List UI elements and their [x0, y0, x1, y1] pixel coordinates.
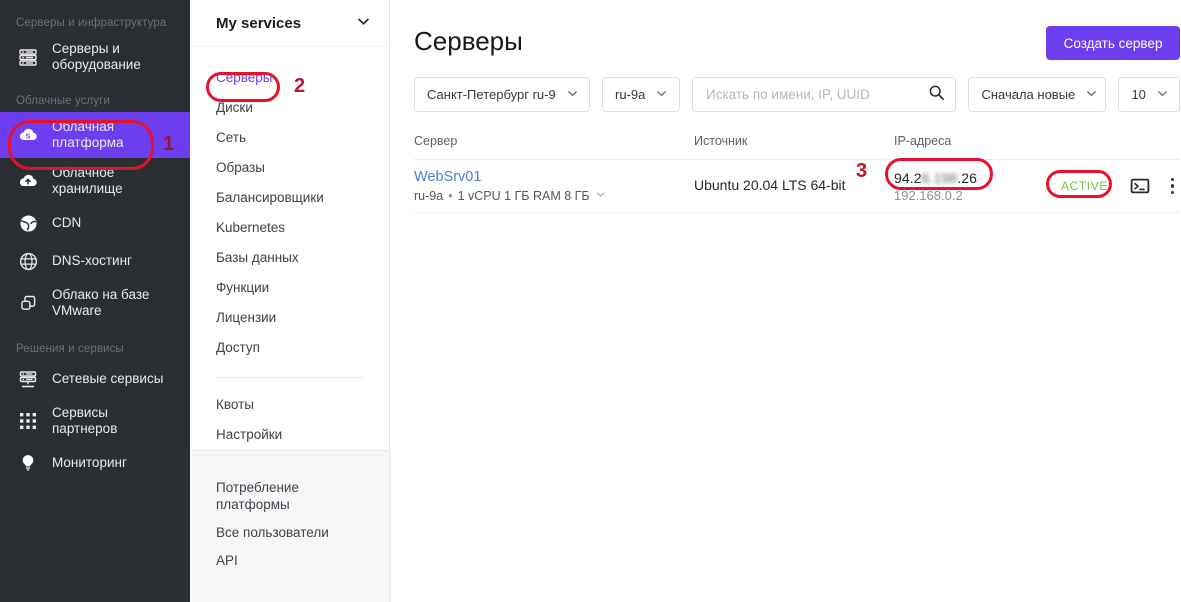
sidebar-group-title-cloud: Облачные услуги: [16, 95, 111, 107]
chevron-down-icon: [655, 87, 668, 103]
row-ip-cell: 94.26.198.26 192.168.0.2: [894, 170, 1054, 203]
zone-select-value: ru-9a: [615, 87, 646, 102]
sidebar-item-label: Мониторинг: [52, 455, 127, 470]
globe-cdn-icon: [16, 211, 40, 235]
subnav-item-databases[interactable]: Базы данных: [190, 243, 389, 273]
sidebar-item-network-services[interactable]: Сетевые сервисы: [0, 360, 190, 398]
ip-prefix: 94.2: [894, 169, 922, 186]
subnav-list: Серверы Диски Сеть Образы Балансировщики…: [190, 47, 389, 450]
ip-redacted-part: 6.198: [921, 169, 958, 186]
page-root: Серверы и инфраструктура Серверы и обору…: [0, 0, 1181, 602]
kebab-menu-icon[interactable]: [1165, 176, 1181, 197]
sidebar-item-label: Сетевые сервисы: [52, 371, 164, 386]
status-badge: ACTIVE: [1061, 179, 1108, 193]
subnav-item-quotas[interactable]: Квоты: [190, 390, 389, 420]
subnav-divider: [216, 377, 363, 378]
subnav-item-licenses[interactable]: Лицензии: [190, 303, 389, 333]
main-content: Серверы Создать сервер Санкт-Петербург r…: [390, 0, 1181, 602]
server-rack-icon: [16, 45, 40, 69]
subnav-header[interactable]: My services: [190, 0, 389, 47]
terminal-icon[interactable]: [1129, 175, 1151, 197]
row-server-cell: WebSrv01 ru-9a • 1 vCPU 1 ГБ RAM 8 ГБ: [414, 168, 694, 205]
sidebar-group-title-solutions: Решения и сервисы: [16, 343, 124, 355]
search-input[interactable]: [706, 87, 929, 102]
ip-suffix: .26: [957, 169, 977, 186]
page-size-value: 10: [1131, 87, 1146, 102]
globe-grid-icon: [16, 249, 40, 273]
server-name-link[interactable]: WebSrv01: [414, 168, 694, 187]
meta-separator-dot: •: [448, 188, 453, 203]
sort-select[interactable]: Сначала новые: [968, 77, 1107, 112]
subnav-footer: Потребление платформы Все пользователи A…: [190, 450, 389, 602]
filters-toolbar: Санкт-Петербург ru-9 ru-9a Искать по име…: [390, 57, 1181, 112]
subnav-item-platform-consumption[interactable]: Потребление платформы: [190, 473, 389, 519]
cloud-upload-icon: [16, 169, 40, 193]
network-server-icon: [16, 367, 40, 391]
primary-sidebar: Серверы и инфраструктура Серверы и обору…: [0, 0, 190, 602]
subnav-item-disks[interactable]: Диски: [190, 93, 389, 123]
chevron-down-icon[interactable]: [595, 188, 606, 205]
column-header-ip: IP-адреса: [894, 134, 952, 148]
private-ip-address: 192.168.0.2: [894, 187, 963, 203]
region-select[interactable]: Санкт-Петербург ru-9: [414, 77, 590, 112]
sidebar-item-cdn[interactable]: CDN: [0, 204, 190, 242]
column-header-server: Сервер: [414, 134, 458, 148]
chevron-down-icon: [1156, 87, 1169, 103]
server-meta: ru-9a • 1 vCPU 1 ГБ RAM 8 ГБ: [414, 188, 694, 205]
sidebar-item-cloud-platform[interactable]: S Облачная платформа: [0, 112, 190, 158]
sidebar-group-title-infrastructure: Серверы и инфраструктура: [16, 17, 167, 29]
search-box[interactable]: [692, 77, 957, 112]
subnav-item-images[interactable]: Образы: [190, 153, 389, 183]
svg-text:S: S: [26, 132, 31, 141]
sidebar-item-label: Облачное хранилище: [52, 165, 123, 196]
column-header-status: [1054, 134, 1180, 148]
create-server-button[interactable]: Создать сервер: [1045, 26, 1181, 60]
subnav-item-balancers[interactable]: Балансировщики: [190, 183, 389, 213]
row-source-cell: Ubuntu 20.04 LTS 64-bit: [694, 177, 894, 195]
cloud-platform-icon: S: [16, 123, 40, 147]
subnav-item-network[interactable]: Сеть: [190, 123, 389, 153]
server-specs: 1 vCPU 1 ГБ RAM 8 ГБ: [457, 188, 590, 203]
row-status-cell: ACTIVE: [1054, 175, 1180, 197]
sidebar-item-partner-services[interactable]: Сервисы партнеров: [0, 398, 190, 444]
table-header-row: Сервер Источник IP-адреса: [414, 134, 1180, 159]
source-os-label: Ubuntu 20.04 LTS 64-bit: [694, 177, 846, 193]
zone-select[interactable]: ru-9a: [602, 77, 680, 112]
public-ip-address[interactable]: 94.26.198.26: [894, 170, 1054, 186]
sidebar-item-monitoring[interactable]: Мониторинг: [0, 444, 190, 482]
sidebar-item-label: Облако на базе VMware: [52, 287, 150, 318]
stacked-squares-icon: [16, 291, 40, 315]
sidebar-item-label: Облачная платформа: [52, 119, 124, 150]
lightbulb-icon: [16, 451, 40, 475]
sort-select-value: Сначала новые: [981, 87, 1076, 102]
subnav-item-access[interactable]: Доступ: [190, 333, 389, 363]
subnav-item-api[interactable]: API: [190, 547, 389, 575]
server-zone: ru-9a: [414, 188, 444, 203]
sidebar-item-label: DNS-хостинг: [52, 253, 132, 268]
page-size-select[interactable]: 10: [1118, 77, 1181, 112]
chevron-down-icon: [1085, 87, 1098, 103]
sidebar-item-cloud-storage[interactable]: Облачное хранилище: [0, 158, 190, 204]
sidebar-item-label: Сервисы партнеров: [52, 405, 118, 436]
sidebar-item-dns-hosting[interactable]: DNS-хостинг: [0, 242, 190, 280]
servers-table: Сервер Источник IP-адреса WebSrv01 ru-9a…: [390, 112, 1181, 213]
sidebar-item-label: CDN: [52, 215, 82, 230]
sidebar-item-label: Серверы и оборудование: [52, 41, 141, 72]
subnav-item-servers[interactable]: Серверы: [190, 63, 389, 93]
secondary-nav-panel: My services Серверы Диски Сеть Образы Ба…: [190, 0, 390, 602]
subnav-header-title: My services: [216, 14, 302, 32]
grid-dots-icon: [16, 409, 40, 433]
column-header-source: Источник: [694, 134, 748, 148]
region-select-value: Санкт-Петербург ru-9: [427, 87, 556, 102]
sidebar-item-vmware-cloud[interactable]: Облако на базе VMware: [0, 280, 190, 326]
subnav-item-functions[interactable]: Функции: [190, 273, 389, 303]
search-icon[interactable]: [928, 84, 945, 106]
chevron-down-icon: [566, 87, 579, 103]
subnav-item-all-users[interactable]: Все пользователи: [190, 519, 389, 547]
chevron-down-icon[interactable]: [356, 14, 371, 33]
subnav-item-kubernetes[interactable]: Kubernetes: [190, 213, 389, 243]
table-row[interactable]: WebSrv01 ru-9a • 1 vCPU 1 ГБ RAM 8 ГБ Ub…: [414, 159, 1181, 213]
sidebar-item-servers-equipment[interactable]: Серверы и оборудование: [0, 34, 190, 80]
subnav-item-settings[interactable]: Настройки: [190, 420, 389, 450]
